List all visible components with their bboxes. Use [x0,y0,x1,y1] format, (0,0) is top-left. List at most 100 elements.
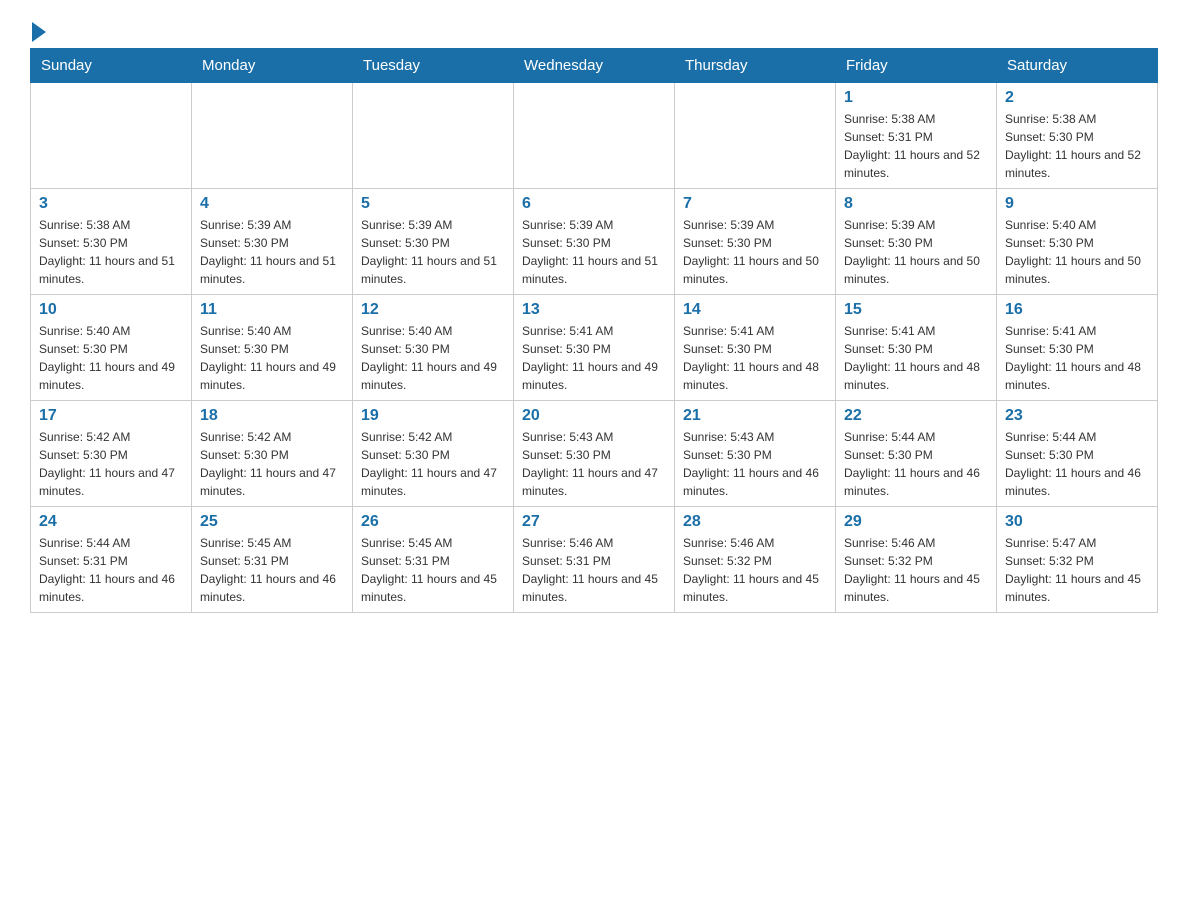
calendar-cell [192,83,353,189]
calendar-header: SundayMondayTuesdayWednesdayThursdayFrid… [31,49,1158,83]
day-number: 21 [683,407,827,425]
calendar-cell: 25Sunrise: 5:45 AM Sunset: 5:31 PM Dayli… [192,507,353,613]
day-info: Sunrise: 5:41 AM Sunset: 5:30 PM Dayligh… [1005,322,1149,394]
day-number: 12 [361,301,505,319]
day-number: 20 [522,407,666,425]
calendar-cell: 1 Sunrise: 5:38 AM Sunset: 5:31 PM Daylig… [836,83,997,189]
days-of-week-row: SundayMondayTuesdayWednesdayThursdayFrid… [31,49,1158,83]
day-number: 8 [844,195,988,213]
day-info: Sunrise: 5:44 AM Sunset: 5:30 PM Dayligh… [1005,428,1149,500]
calendar-cell: 23Sunrise: 5:44 AM Sunset: 5:30 PM Dayli… [997,401,1158,507]
day-info: Sunrise: 5:46 AM Sunset: 5:31 PM Dayligh… [522,534,666,606]
logo [30,20,46,38]
calendar-cell: 7Sunrise: 5:39 AM Sunset: 5:30 PM Daylig… [675,189,836,295]
calendar-week-row: 24Sunrise: 5:44 AM Sunset: 5:31 PM Dayli… [31,507,1158,613]
day-number: 13 [522,301,666,319]
day-of-week-header: Saturday [997,49,1158,83]
calendar-cell: 4Sunrise: 5:39 AM Sunset: 5:30 PM Daylig… [192,189,353,295]
calendar-cell: 14 Sunrise: 5:41 AM Sunset: 5:30 PM Dayli… [675,295,836,401]
day-info: Sunrise: 5:41 AM Sunset: 5:30 PM Dayligh… [522,322,666,394]
calendar-cell: 12 Sunrise: 5:40 AM Sunset: 5:30 PM Dayli… [353,295,514,401]
calendar-cell: 8 Sunrise: 5:39 AM Sunset: 5:30 PM Daylig… [836,189,997,295]
day-info: Sunrise: 5:47 AM Sunset: 5:32 PM Dayligh… [1005,534,1149,606]
day-number: 2 [1005,89,1149,107]
day-number: 11 [200,301,344,319]
day-of-week-header: Wednesday [514,49,675,83]
day-info: Sunrise: 5:38 AM Sunset: 5:31 PM Dayligh… [844,110,988,182]
calendar-cell: 29 Sunrise: 5:46 AM Sunset: 5:32 PM Dayli… [836,507,997,613]
calendar-table: SundayMondayTuesdayWednesdayThursdayFrid… [30,48,1158,613]
day-info: Sunrise: 5:43 AM Sunset: 5:30 PM Dayligh… [522,428,666,500]
page-header [30,20,1158,38]
calendar-cell [675,83,836,189]
calendar-cell: 9 Sunrise: 5:40 AM Sunset: 5:30 PM Daylig… [997,189,1158,295]
day-info: Sunrise: 5:42 AM Sunset: 5:30 PM Dayligh… [200,428,344,500]
calendar-body: 1 Sunrise: 5:38 AM Sunset: 5:31 PM Daylig… [31,83,1158,613]
day-of-week-header: Sunday [31,49,192,83]
day-number: 10 [39,301,183,319]
calendar-cell: 30 Sunrise: 5:47 AM Sunset: 5:32 PM Dayli… [997,507,1158,613]
day-info: Sunrise: 5:39 AM Sunset: 5:30 PM Dayligh… [522,216,666,288]
day-number: 19 [361,407,505,425]
day-number: 7 [683,195,827,213]
day-number: 9 [1005,195,1149,213]
day-number: 3 [39,195,183,213]
day-info: Sunrise: 5:46 AM Sunset: 5:32 PM Dayligh… [844,534,988,606]
day-number: 16 [1005,301,1149,319]
calendar-cell [31,83,192,189]
calendar-cell: 19 Sunrise: 5:42 AM Sunset: 5:30 PM Dayli… [353,401,514,507]
calendar-week-row: 10 Sunrise: 5:40 AM Sunset: 5:30 PM Dayli… [31,295,1158,401]
day-number: 27 [522,513,666,531]
day-of-week-header: Tuesday [353,49,514,83]
calendar-cell: 20 Sunrise: 5:43 AM Sunset: 5:30 PM Dayli… [514,401,675,507]
day-number: 30 [1005,513,1149,531]
calendar-cell: 26 Sunrise: 5:45 AM Sunset: 5:31 PM Dayli… [353,507,514,613]
calendar-cell: 15 Sunrise: 5:41 AM Sunset: 5:30 PM Dayli… [836,295,997,401]
day-info: Sunrise: 5:43 AM Sunset: 5:30 PM Dayligh… [683,428,827,500]
calendar-cell [353,83,514,189]
day-info: Sunrise: 5:41 AM Sunset: 5:30 PM Dayligh… [844,322,988,394]
calendar-cell: 2 Sunrise: 5:38 AM Sunset: 5:30 PM Daylig… [997,83,1158,189]
calendar-cell: 13 Sunrise: 5:41 AM Sunset: 5:30 PM Dayli… [514,295,675,401]
day-info: Sunrise: 5:40 AM Sunset: 5:30 PM Dayligh… [1005,216,1149,288]
day-number: 14 [683,301,827,319]
calendar-cell: 24Sunrise: 5:44 AM Sunset: 5:31 PM Dayli… [31,507,192,613]
day-info: Sunrise: 5:39 AM Sunset: 5:30 PM Dayligh… [844,216,988,288]
calendar-cell: 5Sunrise: 5:39 AM Sunset: 5:30 PM Daylig… [353,189,514,295]
day-info: Sunrise: 5:39 AM Sunset: 5:30 PM Dayligh… [361,216,505,288]
calendar-cell: 6 Sunrise: 5:39 AM Sunset: 5:30 PM Daylig… [514,189,675,295]
day-of-week-header: Thursday [675,49,836,83]
calendar-week-row: 17Sunrise: 5:42 AM Sunset: 5:30 PM Dayli… [31,401,1158,507]
day-number: 28 [683,513,827,531]
calendar-cell: 21 Sunrise: 5:43 AM Sunset: 5:30 PM Dayli… [675,401,836,507]
day-number: 6 [522,195,666,213]
day-info: Sunrise: 5:41 AM Sunset: 5:30 PM Dayligh… [683,322,827,394]
day-info: Sunrise: 5:39 AM Sunset: 5:30 PM Dayligh… [200,216,344,288]
day-of-week-header: Monday [192,49,353,83]
calendar-cell: 18 Sunrise: 5:42 AM Sunset: 5:30 PM Dayli… [192,401,353,507]
day-number: 15 [844,301,988,319]
day-info: Sunrise: 5:45 AM Sunset: 5:31 PM Dayligh… [361,534,505,606]
day-info: Sunrise: 5:40 AM Sunset: 5:30 PM Dayligh… [361,322,505,394]
day-number: 24 [39,513,183,531]
day-number: 25 [200,513,344,531]
day-number: 18 [200,407,344,425]
day-number: 1 [844,89,988,107]
calendar-week-row: 1 Sunrise: 5:38 AM Sunset: 5:31 PM Daylig… [31,83,1158,189]
calendar-cell: 28Sunrise: 5:46 AM Sunset: 5:32 PM Dayli… [675,507,836,613]
day-info: Sunrise: 5:40 AM Sunset: 5:30 PM Dayligh… [39,322,183,394]
calendar-cell: 27 Sunrise: 5:46 AM Sunset: 5:31 PM Dayli… [514,507,675,613]
day-info: Sunrise: 5:38 AM Sunset: 5:30 PM Dayligh… [1005,110,1149,182]
day-info: Sunrise: 5:38 AM Sunset: 5:30 PM Dayligh… [39,216,183,288]
calendar-week-row: 3 Sunrise: 5:38 AM Sunset: 5:30 PM Daylig… [31,189,1158,295]
day-number: 29 [844,513,988,531]
day-of-week-header: Friday [836,49,997,83]
day-number: 26 [361,513,505,531]
logo-top [30,20,46,42]
day-number: 22 [844,407,988,425]
calendar-cell: 17Sunrise: 5:42 AM Sunset: 5:30 PM Dayli… [31,401,192,507]
day-info: Sunrise: 5:40 AM Sunset: 5:30 PM Dayligh… [200,322,344,394]
day-info: Sunrise: 5:42 AM Sunset: 5:30 PM Dayligh… [361,428,505,500]
calendar-cell: 16 Sunrise: 5:41 AM Sunset: 5:30 PM Dayli… [997,295,1158,401]
day-info: Sunrise: 5:44 AM Sunset: 5:30 PM Dayligh… [844,428,988,500]
